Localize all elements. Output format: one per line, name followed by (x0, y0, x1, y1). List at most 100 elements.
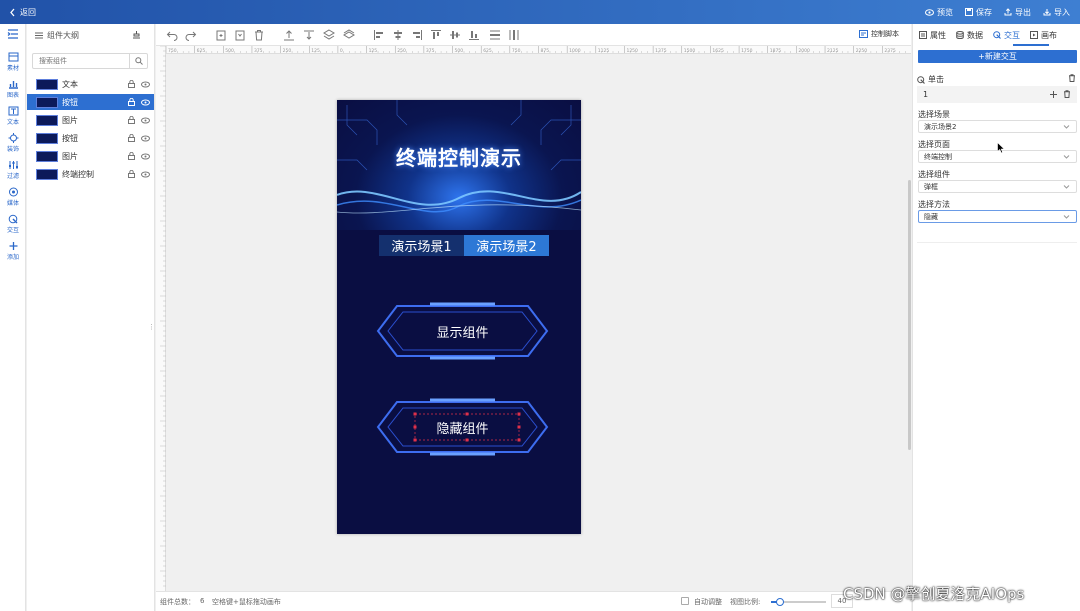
eye-icon[interactable] (141, 153, 150, 160)
left-nav: 素材 图表 文本 装饰 过滤 媒体 交互 添加 (0, 24, 26, 611)
redo-icon[interactable] (185, 29, 197, 41)
editor-toolbar: 控制脚本 (156, 24, 911, 46)
layers-icon[interactable] (132, 31, 141, 39)
ruler-label: 750 (168, 48, 177, 54)
search-input[interactable] (33, 54, 129, 68)
scene-tab-1[interactable]: 演示场景1 (379, 235, 464, 256)
eye-icon[interactable] (141, 135, 150, 142)
export-label: 导出 (1015, 7, 1031, 17)
distribute-vertical-icon[interactable] (508, 29, 520, 41)
component-field-label: 选择组件 (918, 170, 950, 179)
data-icon (956, 31, 964, 39)
copy-icon[interactable] (215, 29, 227, 41)
nav-chart[interactable]: 图表 (0, 79, 26, 99)
tree-item[interactable]: 终端控制 (27, 166, 154, 182)
lock-icon[interactable] (128, 134, 135, 142)
move-top-icon[interactable] (283, 29, 295, 41)
search-button[interactable] (129, 54, 147, 68)
lock-icon[interactable] (128, 152, 135, 160)
tree-item[interactable]: 文本 (27, 76, 154, 92)
eye-icon[interactable] (141, 171, 150, 178)
nav-media[interactable]: 媒体 (0, 187, 26, 207)
import-button[interactable]: 导入 (1043, 7, 1070, 18)
nav-interaction[interactable]: 交互 (0, 214, 26, 234)
nav-label: 交互 (6, 227, 19, 234)
ruler-label: 2125 (827, 48, 839, 54)
scene-tab-2[interactable]: 演示场景2 (464, 235, 549, 256)
back-button[interactable]: 返回 (9, 7, 36, 18)
align-left-icon[interactable] (373, 29, 385, 41)
nav-text[interactable]: 文本 (0, 106, 26, 126)
delete-icon[interactable] (253, 29, 265, 41)
preview-button[interactable]: 预览 (925, 7, 953, 18)
outline-search (32, 53, 148, 69)
paste-icon[interactable] (234, 29, 246, 41)
scene-select[interactable]: 演示场景2 (918, 120, 1077, 133)
tab-data[interactable]: 数据 (956, 30, 983, 41)
method-field-label: 选择方法 (918, 200, 950, 209)
nav-label: 媒体 (6, 200, 19, 207)
ruler-label: 125 (369, 48, 378, 54)
hide-component-button[interactable]: 隐藏组件 (375, 398, 550, 456)
nav-add[interactable]: 添加 (0, 241, 26, 261)
eye-icon[interactable] (141, 99, 150, 106)
tree-item-label: 终端控制 (62, 169, 94, 179)
nav-filter[interactable]: 过滤 (0, 160, 26, 180)
align-top-icon[interactable] (430, 29, 442, 41)
auto-adjust-checkbox[interactable] (681, 597, 689, 605)
interaction-item[interactable]: 1 (917, 86, 1077, 103)
component-select[interactable]: 弹框 (918, 180, 1077, 193)
layer-up-icon[interactable] (323, 29, 335, 41)
distribute-horizontal-icon[interactable] (489, 29, 501, 41)
nav-collapse[interactable] (0, 29, 26, 40)
align-center-icon[interactable] (392, 29, 404, 41)
script-icon (859, 30, 868, 38)
save-label: 保存 (976, 7, 992, 17)
design-canvas[interactable]: 终端控制演示 演示场景1 演示场景2 显示组件 隐藏组件 (337, 100, 581, 534)
ruler-label: 1375 (655, 48, 667, 54)
control-script-button[interactable]: 控制脚本 (859, 29, 899, 39)
ruler-label: 375 (254, 48, 263, 54)
move-up-icon[interactable] (303, 29, 315, 41)
resize-handle[interactable]: ⋮ (148, 323, 155, 331)
tab-property[interactable]: 属性 (919, 30, 946, 41)
component-count-label: 组件总数： (160, 598, 195, 606)
nav-material[interactable]: 素材 (0, 52, 26, 72)
tab-canvas[interactable]: 画布 (1030, 30, 1057, 41)
method-select-value: 隐藏 (924, 212, 938, 221)
vertical-scrollbar[interactable] (908, 180, 911, 450)
thumbnail (36, 78, 58, 90)
undo-icon[interactable] (166, 29, 178, 41)
decoration-icon (8, 133, 18, 143)
save-button[interactable]: 保存 (965, 7, 992, 18)
tree-item[interactable]: 按钮 (27, 130, 154, 146)
layer-down-icon[interactable] (343, 29, 355, 41)
align-right-icon[interactable] (411, 29, 423, 41)
tab-interaction[interactable]: 交互 (993, 30, 1020, 41)
tree-item-label: 图片 (62, 115, 78, 125)
eye-icon[interactable] (141, 117, 150, 124)
delete-icon[interactable] (1063, 90, 1071, 98)
lock-icon[interactable] (128, 98, 135, 106)
lock-icon[interactable] (128, 80, 135, 88)
nav-label: 图表 (6, 92, 19, 99)
show-component-button[interactable]: 显示组件 (375, 302, 550, 360)
lock-icon[interactable] (128, 116, 135, 124)
nav-decoration[interactable]: 装饰 (0, 133, 26, 153)
lock-icon[interactable] (128, 170, 135, 178)
tree-item[interactable]: 图片 (27, 148, 154, 164)
zoom-slider-handle[interactable] (776, 598, 784, 606)
watermark: CSDN @擎创夏洛克AIOps (843, 585, 1025, 603)
list-icon (35, 32, 43, 38)
eye-icon[interactable] (141, 81, 150, 88)
zoom-slider[interactable] (771, 598, 826, 606)
add-icon[interactable] (1049, 90, 1058, 99)
new-interaction-button[interactable]: +新建交互 (918, 50, 1077, 63)
align-middle-icon[interactable] (449, 29, 461, 41)
align-bottom-icon[interactable] (468, 29, 480, 41)
delete-icon[interactable] (1068, 74, 1076, 82)
export-button[interactable]: 导出 (1004, 7, 1031, 18)
tree-item[interactable]: 按钮 (27, 94, 154, 110)
tree-item[interactable]: 图片 (27, 112, 154, 128)
method-select[interactable]: 隐藏 (918, 210, 1077, 223)
